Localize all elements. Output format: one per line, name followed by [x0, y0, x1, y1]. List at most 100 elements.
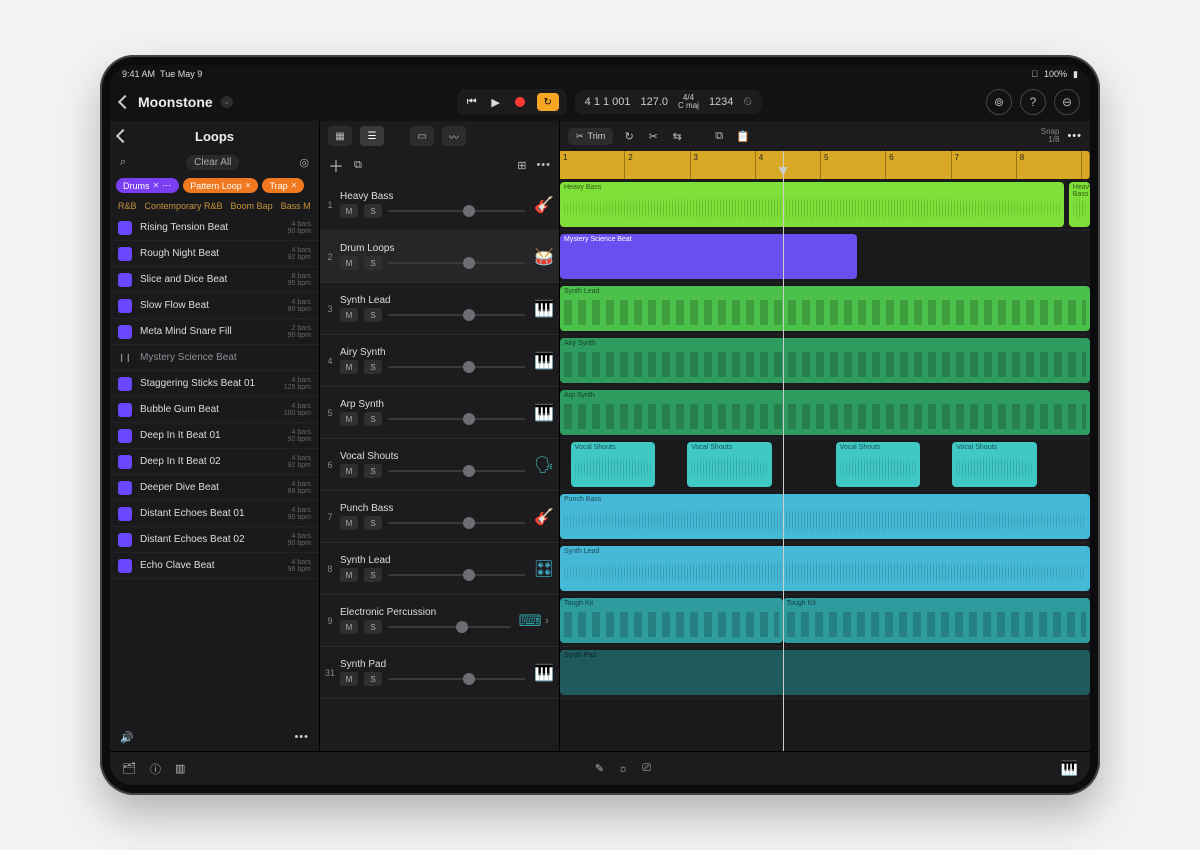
genre-tag[interactable]: R&B: [118, 201, 137, 211]
region-row[interactable]: Synth Pad: [560, 647, 1090, 699]
project-title[interactable]: Moonstone: [138, 94, 213, 110]
volume-fader[interactable]: [388, 522, 525, 524]
instrument-icon[interactable]: ⌨: [515, 611, 545, 631]
instrument-icon[interactable]: 🗣: [529, 455, 559, 475]
region[interactable]: Tough Kit: [560, 598, 783, 643]
solo-button[interactable]: S: [364, 620, 382, 634]
ruler-bar[interactable]: 2: [625, 151, 690, 179]
region[interactable]: Vocal Shouts: [952, 442, 1037, 487]
filter-chip[interactable]: Drums✕⋯: [116, 178, 179, 193]
track-row[interactable]: 9 Electronic Percussion M S ⌨ ›: [320, 595, 559, 647]
region[interactable]: Mystery Science Beat＋: [560, 234, 857, 279]
solo-button[interactable]: S: [364, 204, 382, 218]
region-row[interactable]: Airy Synth: [560, 335, 1090, 387]
cycle-button[interactable]: ↻: [537, 93, 559, 111]
mute-button[interactable]: M: [340, 672, 358, 686]
volume-fader[interactable]: [388, 262, 525, 264]
volume-icon[interactable]: 🔊: [120, 731, 134, 744]
region-row[interactable]: Tough KitTough Kit: [560, 595, 1090, 647]
region-row[interactable]: Synth Lead: [560, 543, 1090, 595]
rewind-button[interactable]: ⏮: [465, 95, 479, 109]
loop-item[interactable]: Deep In It Beat 01 4 bars92 bpm: [110, 423, 319, 449]
mute-button[interactable]: M: [340, 620, 358, 634]
add-track-button[interactable]: ＋: [328, 153, 344, 177]
volume-fader[interactable]: [388, 470, 525, 472]
filter-chip[interactable]: Trap✕: [262, 178, 304, 193]
track-row[interactable]: 31 Synth Pad M S 🎹: [320, 647, 559, 699]
bar-ruler[interactable]: 12345678: [560, 151, 1090, 179]
mute-button[interactable]: M: [340, 308, 358, 322]
mute-button[interactable]: M: [340, 464, 358, 478]
loop-item[interactable]: Distant Echoes Beat 01 4 bars90 bpm: [110, 501, 319, 527]
instrument-icon[interactable]: 🎹: [529, 351, 559, 371]
mixer-icon[interactable]: ⎚: [642, 762, 651, 775]
solo-button[interactable]: S: [364, 568, 382, 582]
mute-button[interactable]: M: [340, 412, 358, 426]
track-row[interactable]: 3 Synth Lead M S 🎹: [320, 283, 559, 335]
track-row[interactable]: 8 Synth Lead M S 🎛: [320, 543, 559, 595]
edit-icon[interactable]: ✎: [595, 762, 604, 775]
region-row[interactable]: Punch Bass: [560, 491, 1090, 543]
ruler-bar[interactable]: 8: [1017, 151, 1082, 179]
region[interactable]: Synth Pad: [560, 650, 1090, 695]
region[interactable]: Vocal Shouts: [687, 442, 772, 487]
brightness-icon[interactable]: ☼: [618, 763, 628, 775]
filter-settings-icon[interactable]: ◎: [299, 156, 309, 169]
solo-button[interactable]: S: [364, 412, 382, 426]
track-row[interactable]: 2 Drum Loops M S 🥁: [320, 231, 559, 283]
track-row[interactable]: 6 Vocal Shouts M S 🗣: [320, 439, 559, 491]
duplicate-track-icon[interactable]: ⧉: [354, 159, 362, 172]
track-stack-icon[interactable]: ⊞: [517, 159, 526, 172]
list-view-button[interactable]: ☰: [360, 126, 384, 146]
record-button[interactable]: [513, 95, 527, 109]
track-row[interactable]: 4 Airy Synth M S 🎹: [320, 335, 559, 387]
info-icon[interactable]: ⓘ: [150, 761, 161, 777]
mute-button[interactable]: M: [340, 568, 358, 582]
instrument-icon[interactable]: 🎸: [529, 507, 559, 527]
loop-list[interactable]: Rising Tension Beat 4 bars90 bpm Rough N…: [110, 215, 319, 723]
timeline-more-icon[interactable]: •••: [1067, 130, 1082, 142]
volume-fader[interactable]: [388, 678, 525, 680]
trim-tool[interactable]: ✂ Trim: [568, 128, 613, 145]
snap-display[interactable]: Snap1/8: [1041, 128, 1060, 144]
solo-button[interactable]: S: [364, 672, 382, 686]
volume-fader[interactable]: [388, 418, 525, 420]
mute-button[interactable]: M: [340, 360, 358, 374]
ruler-bar[interactable]: 5: [821, 151, 886, 179]
loop-item[interactable]: Rising Tension Beat 4 bars90 bpm: [110, 215, 319, 241]
region[interactable]: Tough Kit: [783, 598, 1090, 643]
metronome-icon[interactable]: ⏲: [743, 96, 752, 109]
volume-fader[interactable]: [388, 210, 525, 212]
solo-button[interactable]: S: [364, 516, 382, 530]
region-row[interactable]: Synth Lead: [560, 283, 1090, 335]
ruler-bar[interactable]: 4: [756, 151, 821, 179]
loop-tool-icon[interactable]: ↻: [621, 130, 637, 143]
project-dropdown-icon[interactable]: ⌄: [221, 96, 233, 108]
scissors-icon[interactable]: ✂: [645, 130, 661, 143]
loop-item[interactable]: ❙❙ Mystery Science Beat: [110, 345, 319, 371]
loop-item[interactable]: Staggering Sticks Beat 01 4 bars125 bpm: [110, 371, 319, 397]
loop-item[interactable]: Slow Flow Beat 4 bars80 bpm: [110, 293, 319, 319]
instrument-icon[interactable]: 🎹: [529, 663, 559, 683]
loop-item[interactable]: Deeper Dive Beat 4 bars88 bpm: [110, 475, 319, 501]
volume-fader[interactable]: [388, 574, 525, 576]
region-row[interactable]: Heavy BassHeavy Bass: [560, 179, 1090, 231]
genre-tag[interactable]: Bass M: [281, 201, 311, 211]
instrument-icon[interactable]: 🎸: [529, 195, 559, 215]
track-row[interactable]: 5 Arp Synth M S 🎹: [320, 387, 559, 439]
ruler-bar[interactable]: 7: [952, 151, 1017, 179]
filter-chip[interactable]: Pattern Loop✕: [183, 178, 258, 193]
region-view-button[interactable]: ▭: [410, 126, 434, 146]
ruler-bar[interactable]: 1: [560, 151, 625, 179]
solo-button[interactable]: S: [364, 256, 382, 270]
solo-button[interactable]: S: [364, 360, 382, 374]
volume-fader[interactable]: [388, 626, 511, 628]
grid-view-button[interactable]: ▦: [328, 126, 352, 146]
solo-button[interactable]: S: [364, 308, 382, 322]
loop-item[interactable]: Deep In It Beat 02 4 bars92 bpm: [110, 449, 319, 475]
genre-tag[interactable]: Boom Bap: [231, 201, 273, 211]
track-row[interactable]: 7 Punch Bass M S 🎸: [320, 491, 559, 543]
automation-view-button[interactable]: 〰: [442, 126, 466, 146]
play-button[interactable]: ▶: [489, 95, 503, 109]
loops-more-icon[interactable]: •••: [294, 731, 309, 743]
